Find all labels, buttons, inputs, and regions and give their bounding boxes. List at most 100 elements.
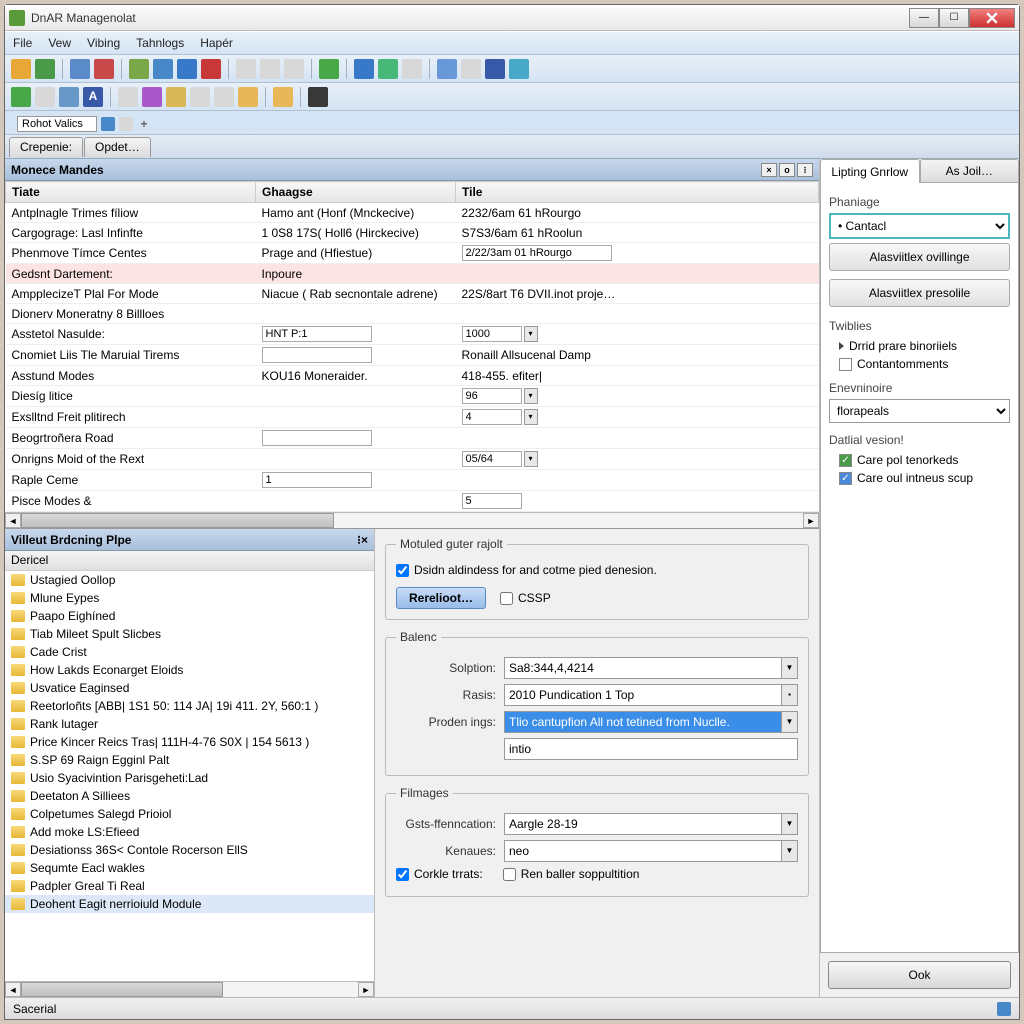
tool-icon[interactable] [284,59,304,79]
tree-item[interactable]: Deohent Eagit nerrioiuld Module [5,895,374,913]
proden-input[interactable] [504,711,782,733]
scroll-thumb[interactable] [21,982,223,997]
search-icon[interactable] [101,117,115,131]
table-row[interactable]: Exslltnd Freit plitirech▾ [6,407,819,428]
tree-item[interactable]: Sequmte Eacl wakles [5,859,374,877]
cantacl-select[interactable]: • Cantacl [829,213,1010,239]
tool-icon[interactable] [214,87,234,107]
ok-button[interactable]: Ook [828,961,1011,989]
tree-item[interactable]: Tiab Mileet Spult Slicbes [5,625,374,643]
tree-item[interactable]: Mlune Eypes [5,589,374,607]
tool-icon[interactable] [437,59,457,79]
chevron-down-icon[interactable]: ▪ [782,684,798,706]
grid-header-btn[interactable]: ⁝ [797,163,813,177]
menu-vibing[interactable]: Vibing [87,36,120,50]
table-row[interactable]: Asstetol Nasulde:▾ [6,324,819,345]
table-row[interactable]: Gedsnt Dartement:Inpoure [6,264,819,284]
tab-lipting[interactable]: Lipting Gnrlow [820,159,920,183]
subtab-opdet[interactable]: Opdet… [84,137,151,157]
btn-presolile[interactable]: Alasviitlex presolile [829,279,1010,307]
h-scrollbar[interactable]: ◄ ► [5,512,819,528]
table-row[interactable]: Onrigns Moid of the Rext▾ [6,449,819,470]
tool-icon[interactable] [166,87,186,107]
chk-corkle[interactable] [396,868,409,881]
table-row[interactable]: Cnomiet Liis Tle Maruial TiremsRonaill A… [6,345,819,366]
chevron-down-icon[interactable]: ▼ [782,711,798,733]
tool-icon[interactable] [190,87,210,107]
col-tile[interactable]: Tile [456,182,819,203]
btn-ovillinge[interactable]: Alasviitlex ovillinge [829,243,1010,271]
tab-asjoil[interactable]: As Joil… [920,159,1020,183]
tree-item[interactable]: Padpler Greal Ti Real [5,877,374,895]
checkbox-icon[interactable] [839,358,852,371]
tool-icon[interactable] [402,59,422,79]
grid-header-btn[interactable]: o [779,163,795,177]
menu-haper[interactable]: Hapér [200,36,233,50]
twiblies-item[interactable]: Contantomments [839,355,1010,373]
chevron-down-icon[interactable]: ▼ [782,813,798,835]
cell-input[interactable] [262,430,372,446]
col-tiate[interactable]: Tiate [6,182,256,203]
tool-icon[interactable] [354,59,374,79]
tree-item[interactable]: Paapo Eighíned [5,607,374,625]
tool-icon[interactable] [238,87,258,107]
tree-h-scrollbar[interactable]: ◄ ► [5,981,374,997]
stepper-input[interactable] [462,409,522,425]
enevninoire-select[interactable]: florapeals [829,399,1010,423]
tool-icon[interactable] [509,59,529,79]
class-input[interactable] [504,813,782,835]
menu-file[interactable]: File [13,36,32,50]
tree-item[interactable]: S.SP 69 Raign Egginl Palt [5,751,374,769]
tool-icon[interactable] [129,59,149,79]
table-row[interactable]: Diesíg litice▾ [6,386,819,407]
tool-icon[interactable] [485,59,505,79]
tool-icon[interactable] [273,87,293,107]
tool-icon[interactable] [142,87,162,107]
cell-input[interactable] [462,493,522,509]
table-row[interactable]: Cargograge: Lasl Infinfte1 0S8 17S( Holl… [6,223,819,243]
tab-search-input[interactable] [17,116,97,132]
datlial-item[interactable]: ✓Care pol tenorkeds [839,451,1010,469]
chevron-down-icon[interactable]: ▼ [782,840,798,862]
grid[interactable]: Tiate Ghaagse Tile Antplnagle Trimes fíl… [5,181,819,512]
tool-icon[interactable] [11,59,31,79]
tool-icon[interactable] [35,59,55,79]
tree[interactable]: Ustagied OollopMlune EypesPaapo Eighíned… [5,571,374,981]
table-row[interactable]: Dionerv Moneratny 8 Billloes [6,304,819,324]
tool-icon[interactable]: A [83,87,103,107]
table-row[interactable]: Beogrtroñera Road [6,428,819,449]
scroll-right-arrow[interactable]: ► [803,513,819,528]
grid-header-btn[interactable]: × [761,163,777,177]
table-row[interactable]: Phenmove Tímce CentesPrage and (Hfiestue… [6,243,819,264]
scroll-thumb[interactable] [21,513,334,528]
tree-item[interactable]: Add moke LS:Efieed [5,823,374,841]
menu-view[interactable]: Vew [48,36,71,50]
chk-dsidn[interactable] [396,564,409,577]
tool-icon[interactable] [94,59,114,79]
tool-icon[interactable] [70,59,90,79]
titlebar[interactable]: DnAR Managenolat — ☐ [5,5,1019,31]
tool-icon[interactable] [236,59,256,79]
tree-item[interactable]: Ustagied Oollop [5,571,374,589]
tool-icon[interactable] [319,59,339,79]
tree-item[interactable]: Price Kincer Reics Tras| 111H-4-76 S0X |… [5,733,374,751]
cell-input[interactable] [262,472,372,488]
maximize-button[interactable]: ☐ [939,8,969,28]
tool-icon[interactable] [260,59,280,79]
tree-item[interactable]: Colpetumes Salegd Prioiol [5,805,374,823]
tool-icon[interactable] [11,87,31,107]
tree-item[interactable]: Desiationss 36S< Contole Rocerson EllS [5,841,374,859]
status-icon[interactable] [997,1002,1011,1016]
cell-input[interactable] [262,326,372,342]
table-row[interactable]: AmpplecizeT Plal For ModeNiacue ( Rab se… [6,284,819,304]
kenaues-input[interactable] [504,840,782,862]
solution-input[interactable] [504,657,782,679]
tool-icon[interactable] [153,59,173,79]
cell-input[interactable] [462,245,612,261]
datlial-item[interactable]: ✓Care oul intneus scup [839,469,1010,487]
menu-tahnlogs[interactable]: Tahnlogs [136,36,184,50]
chk-cssp[interactable] [500,592,513,605]
tree-item[interactable]: Rank lutager [5,715,374,733]
scroll-left-arrow[interactable]: ◄ [5,982,21,997]
tree-item[interactable]: How Lakds Econarget Eloids [5,661,374,679]
